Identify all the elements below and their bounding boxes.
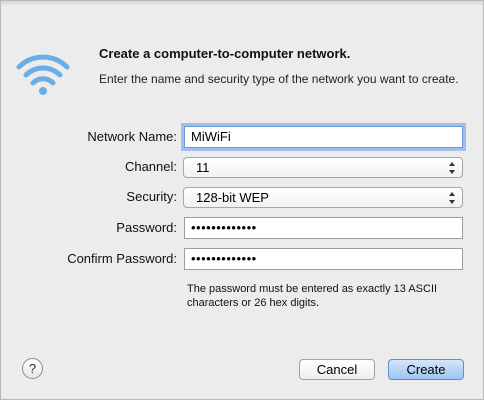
create-network-dialog: Create a computer-to-computer network. E… bbox=[0, 0, 484, 400]
help-button[interactable]: ? bbox=[22, 358, 43, 379]
updown-arrows-icon bbox=[449, 162, 455, 174]
security-popup[interactable]: 128-bit WEP bbox=[183, 187, 463, 208]
create-button[interactable]: Create bbox=[388, 359, 464, 380]
question-mark-icon: ? bbox=[28, 361, 37, 376]
password-hint: The password must be entered as exactly … bbox=[187, 283, 438, 309]
network-name-label: Network Name: bbox=[87, 129, 177, 144]
window-top-edge bbox=[1, 1, 483, 6]
wifi-icon bbox=[16, 54, 70, 95]
security-value: 128-bit WEP bbox=[196, 190, 269, 205]
cancel-button[interactable]: Cancel bbox=[299, 359, 375, 380]
network-name-input[interactable]: MiWiFi bbox=[184, 126, 463, 148]
confirm-password-label: Confirm Password: bbox=[67, 251, 177, 266]
updown-arrows-icon bbox=[449, 192, 455, 204]
password-field[interactable]: ••••••••••••• bbox=[184, 217, 463, 239]
confirm-password-field[interactable]: ••••••••••••• bbox=[184, 248, 463, 270]
dialog-description: Enter the name and security type of the … bbox=[99, 72, 459, 86]
channel-popup[interactable]: 11 bbox=[183, 157, 463, 178]
password-label: Password: bbox=[116, 220, 177, 235]
security-label: Security: bbox=[126, 189, 177, 204]
dialog-title: Create a computer-to-computer network. bbox=[99, 46, 351, 61]
channel-label: Channel: bbox=[124, 159, 177, 174]
channel-value: 11 bbox=[196, 160, 210, 175]
